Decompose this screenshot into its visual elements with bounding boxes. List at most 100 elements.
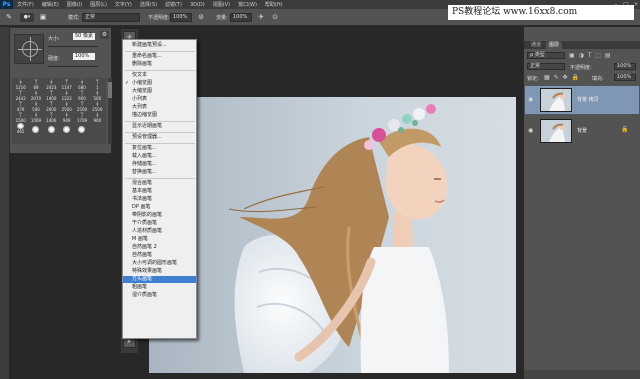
context-menu-item[interactable]: 湿介质画笔 [123, 292, 196, 299]
brush-preset[interactable]: ᚼ 900 [90, 112, 105, 123]
mode-select[interactable]: 正常 [82, 13, 140, 22]
context-menu-item[interactable]: 大列表 [123, 104, 196, 111]
brush-panel-toggle-icon[interactable]: ▣ [38, 13, 48, 22]
brush-preset[interactable]: ᚼ 1222 [59, 90, 74, 101]
brush-preset[interactable]: ᛉ 2000 [44, 101, 59, 112]
menu-layer[interactable]: 图层(L) [86, 1, 111, 8]
brush-preset[interactable]: ᚼ 949 [59, 112, 74, 123]
context-menu-item[interactable]: 人造材质画笔 [123, 228, 196, 235]
context-menu-item[interactable]: 重命名画笔... [123, 53, 196, 60]
blend-mode-select[interactable]: 正常 [527, 63, 565, 70]
brush-preset[interactable]: ᚼ 500 [28, 101, 43, 112]
menu-file[interactable]: 文件(F) [13, 1, 38, 8]
brush-preset[interactable]: ᚼ 680 [74, 79, 89, 90]
brush-preset[interactable]: ᛉ 1406 [44, 112, 59, 123]
airbrush-icon[interactable]: ✈ [256, 13, 266, 22]
layer-kind-filter[interactable]: ρ 类型 [527, 52, 565, 59]
layer-opacity-field[interactable]: 100% [614, 63, 636, 70]
context-menu-item[interactable]: M 画笔 [123, 236, 196, 243]
opacity-field[interactable]: 100% [170, 13, 192, 22]
context-menu-item[interactable]: 大小可调的圆形画笔 [123, 260, 196, 267]
context-menu-item[interactable]: 特殊效果画笔 [123, 268, 196, 275]
context-menu-item[interactable]: 预设管理器... [123, 134, 196, 141]
context-menu-item[interactable]: DP 画笔 [123, 204, 196, 211]
layer-filter-icons[interactable]: ▣ ◑ T ⬚ ▤ [569, 52, 612, 59]
brush-preset[interactable]: ᚼ 1069 [28, 112, 43, 123]
brush-preset[interactable]: ᚼ 2423 [44, 79, 59, 90]
context-menu-item[interactable]: 带阴影的画笔 [123, 212, 196, 219]
context-menu-item[interactable]: 替换画笔... [123, 169, 196, 176]
brush-preset[interactable] [44, 123, 59, 134]
brush-preset-picker[interactable]: ●▾ [20, 13, 34, 22]
brush-preset[interactable]: 465 [13, 123, 28, 134]
context-menu-item[interactable]: 自然画笔 2 [123, 244, 196, 251]
hardness-field[interactable]: 100% [73, 53, 95, 60]
size-slider[interactable] [48, 46, 98, 47]
brush-preset[interactable]: ᛉ 1500 [13, 112, 28, 123]
context-menu-item[interactable]: ✓ 小缩览图 [123, 80, 196, 87]
layer-name[interactable]: 背景 拷贝 [577, 96, 599, 103]
flow-field[interactable]: 100% [230, 13, 252, 22]
canvas-photo[interactable] [149, 97, 516, 373]
menu-image[interactable]: 图像(I) [63, 1, 86, 8]
lock-icons[interactable]: ▦ ✎ ✥ 🔒 [544, 74, 580, 81]
menu-help[interactable]: 帮助(H) [261, 1, 287, 8]
context-menu-item[interactable]: 自然画笔 [123, 252, 196, 259]
photoshop-logo[interactable]: Ps [0, 0, 13, 9]
brush-preset[interactable]: ᛉ 1709 [74, 112, 89, 123]
context-menu-item[interactable]: 粗画笔 [123, 284, 196, 291]
brush-preset[interactable]: ᛉ 900 [74, 90, 89, 101]
menu-select[interactable]: 选择(S) [136, 1, 161, 8]
context-menu-item[interactable]: 复位画笔... [123, 145, 196, 152]
layer-row[interactable]: ◉ 背景 拷贝 [525, 86, 639, 114]
pressure-opacity-icon[interactable]: ⊘ [196, 13, 206, 22]
visibility-eye-icon[interactable]: ◉ [528, 96, 533, 103]
context-menu-item[interactable]: 书法画笔 [123, 196, 196, 203]
brush-preset[interactable]: ᛉ 2442 [13, 90, 28, 101]
context-menu-item[interactable]: 基本画笔 [123, 188, 196, 195]
context-menu-item[interactable]: 方头画笔 [123, 276, 196, 283]
menu-filter[interactable]: 滤镜(T) [161, 1, 186, 8]
tab-layers[interactable]: 图层 [546, 42, 563, 49]
scrollbar-thumb[interactable] [108, 82, 112, 98]
brush-tool-icon[interactable]: ✎ [4, 13, 14, 22]
brush-angle-preview[interactable] [14, 34, 44, 64]
context-menu-item[interactable]: 混合画笔 [123, 180, 196, 187]
brush-preset[interactable]: ᛉ 479 [13, 101, 28, 112]
hardness-slider[interactable] [48, 66, 98, 67]
context-menu-item[interactable]: 载入画笔... [123, 153, 196, 160]
brush-preset[interactable]: ᚼ 1216 [13, 79, 28, 90]
brush-preset[interactable]: ᛉ 2500 [74, 101, 89, 112]
layer-name[interactable]: 背景 [577, 127, 587, 134]
visibility-eye-icon[interactable]: ◉ [528, 127, 533, 134]
context-menu-item[interactable]: 大缩览图 [123, 88, 196, 95]
menu-type[interactable]: 文字(Y) [111, 1, 136, 8]
context-menu-item[interactable]: 描边缩览图 [123, 112, 196, 119]
brush-preset[interactable]: ᛉ 1400 [44, 90, 59, 101]
brush-preset[interactable]: ᚼ 2500 [90, 101, 105, 112]
brush-preset[interactable] [74, 123, 89, 134]
tab-channels[interactable]: 通道 [528, 42, 544, 49]
fill-field[interactable]: 100% [614, 74, 636, 81]
gear-icon[interactable]: ⚙ [100, 31, 109, 39]
brush-preset[interactable]: ᛉ 69 [28, 79, 43, 90]
brush-preset[interactable] [28, 123, 43, 134]
menu-edit[interactable]: 编辑(E) [38, 1, 63, 8]
brush-preset[interactable]: ᛉ 1147 [59, 79, 74, 90]
context-menu-item[interactable]: 干介质画笔 [123, 220, 196, 227]
menu-view[interactable]: 视图(V) [209, 1, 234, 8]
layer-row[interactable]: ◉ 背景 🔒 [525, 117, 639, 145]
pressure-size-icon[interactable]: ⊙ [270, 13, 280, 22]
menu-window[interactable]: 窗口(W) [234, 1, 261, 8]
brush-preset[interactable]: ᚼ 500 [90, 90, 105, 101]
brush-preset[interactable]: ᚼ 2500 [59, 101, 74, 112]
brush-grid-scrollbar[interactable] [108, 78, 112, 144]
context-menu-item[interactable]: 新建画笔预设... [123, 42, 196, 49]
brush-preset[interactable]: ᛉ1 [90, 79, 105, 90]
brush-preset[interactable]: ᚼ 2070 [28, 90, 43, 101]
context-menu-item[interactable]: 仅文本 [123, 72, 196, 79]
context-menu-item[interactable]: 小列表 [123, 96, 196, 103]
size-field[interactable]: 50 像素 [73, 33, 95, 40]
context-menu-item[interactable]: 显示近期画笔 [123, 123, 196, 130]
menu-3d[interactable]: 3D(D) [186, 2, 209, 8]
